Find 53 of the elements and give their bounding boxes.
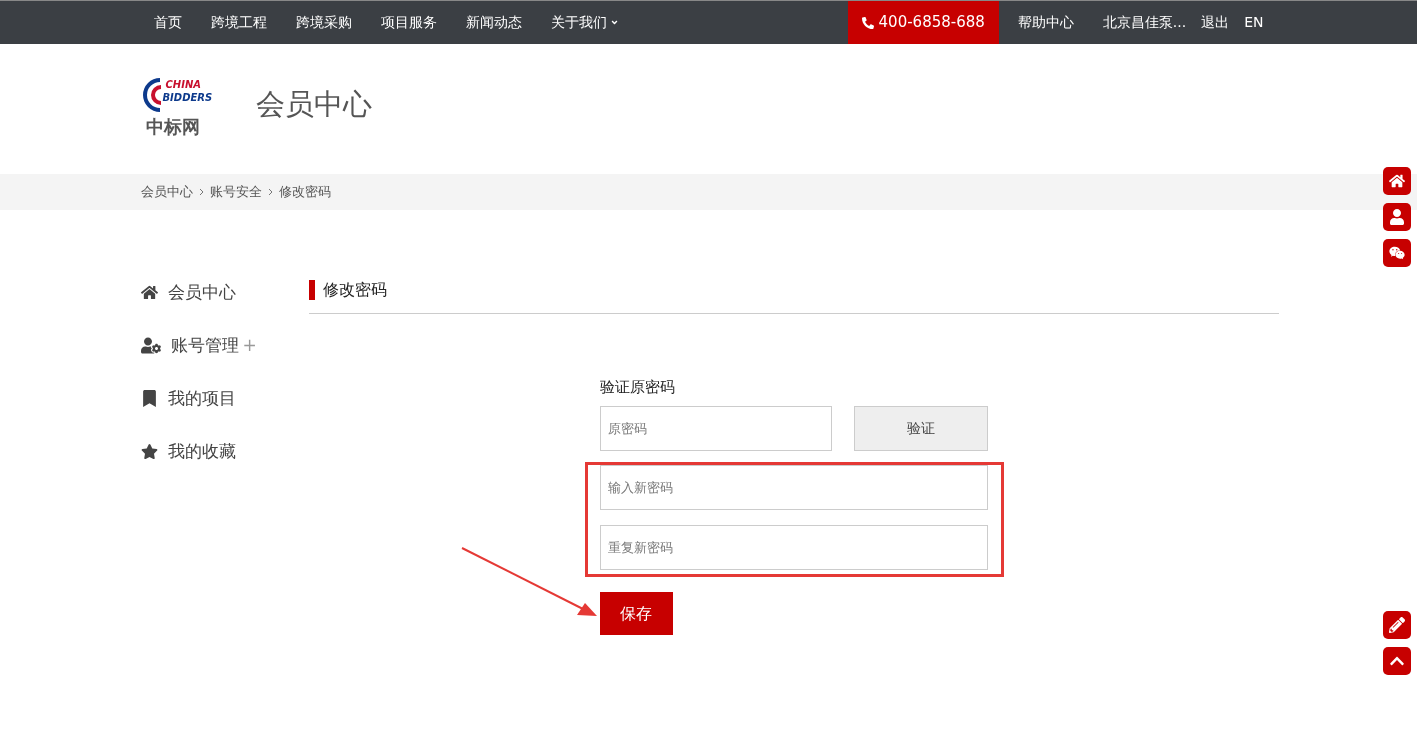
nav-link[interactable]: 北京昌佳泵... [1102, 12, 1187, 33]
sidebar-label: 我的项目 [167, 386, 236, 410]
edit-button[interactable] [1383, 611, 1411, 639]
sidebar-label: 账号管理 [170, 333, 239, 357]
logo[interactable]: CHINA BIDDERS 中标网 [139, 74, 222, 140]
sidebar-item[interactable]: 会员中心 [140, 281, 309, 304]
home-icon [140, 284, 158, 301]
chevron-right-icon [267, 188, 273, 196]
breadcrumb-link[interactable]: 修改密码 [278, 182, 331, 202]
logo-chinese-name: 中标网 [145, 118, 200, 136]
nav-link[interactable]: 关于我们 [550, 12, 619, 33]
breadcrumb-link[interactable]: 账号安全 [209, 182, 262, 202]
sidebar-label: 我的收藏 [167, 439, 236, 463]
bookmark-icon [140, 390, 158, 407]
caret-icon [609, 18, 619, 27]
nav-link[interactable]: 首页 [153, 12, 182, 33]
sidebar-label: 会员中心 [167, 280, 236, 304]
nav-link[interactable]: 退出 [1201, 12, 1230, 33]
star-icon [140, 443, 158, 460]
new-password-field[interactable]: 输入新密码 [599, 465, 988, 510]
sidebar-item[interactable]: 账号管理 + [140, 334, 309, 357]
chevron-right-icon [198, 188, 204, 196]
nav-link[interactable]: 跨境采购 [295, 12, 352, 33]
user-gear-icon [140, 337, 161, 354]
sidebar-item[interactable]: 我的收藏 [140, 440, 309, 463]
repeat-password-field[interactable]: 重复新密码 [599, 525, 988, 570]
logo-wordmark: CHINA [165, 80, 202, 90]
section-title: 修改密码 [322, 280, 387, 300]
user-button[interactable] [1383, 203, 1411, 231]
pencil-icon [1389, 617, 1405, 633]
logo-wordmark: BIDDERS [162, 93, 213, 103]
nav-link[interactable]: 跨境工程 [210, 12, 267, 33]
chat-bubbles-icon [1389, 245, 1405, 261]
page-title: 会员中心 [255, 86, 372, 124]
form-label: 验证原密码 [599, 377, 676, 396]
breadcrumb-link[interactable]: 会员中心 [140, 182, 193, 202]
title-accent-bar [308, 280, 315, 300]
old-password-field[interactable]: 原密码 [599, 406, 832, 451]
nav-link[interactable]: 新闻动态 [465, 12, 522, 33]
expand-sign: + [242, 333, 257, 357]
back-to-top-button[interactable] [1383, 647, 1411, 675]
sidebar-item[interactable]: 我的项目 [140, 387, 309, 410]
home-icon [1389, 173, 1405, 189]
phone-link[interactable]: 400-6858-688 [847, 1, 999, 44]
phone-icon [861, 16, 874, 29]
verify-button[interactable]: 验证 [853, 406, 988, 451]
wechat-button[interactable] [1383, 239, 1411, 267]
user-icon [1389, 209, 1405, 225]
nav-link[interactable]: EN [1244, 12, 1264, 33]
save-button[interactable]: 保存 [599, 592, 673, 635]
nav-link[interactable]: 项目服务 [380, 12, 437, 33]
home-button[interactable] [1383, 167, 1411, 195]
nav-link[interactable]: 帮助中心 [1017, 12, 1074, 33]
